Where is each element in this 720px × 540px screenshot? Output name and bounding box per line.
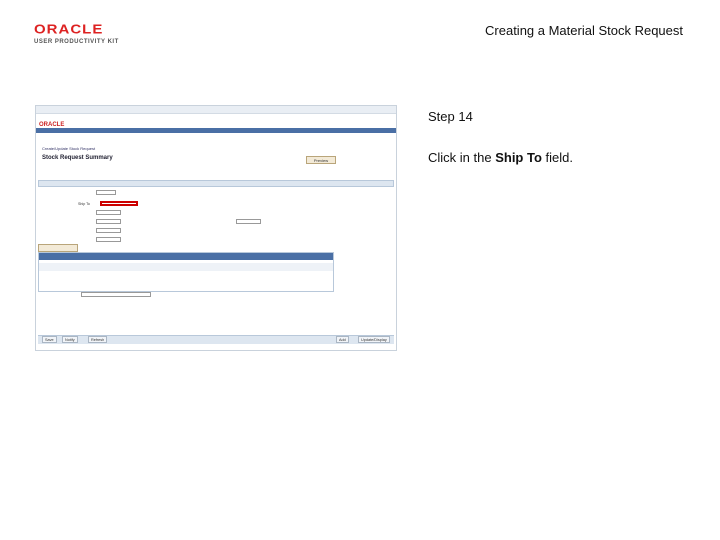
ship-to-label: Ship To (78, 202, 90, 206)
footer-refresh-button[interactable]: Refresh (88, 336, 108, 343)
footer-add-button[interactable]: Add (336, 336, 349, 343)
footer-update-button[interactable]: Update/Display (358, 336, 390, 343)
customer-field[interactable] (96, 190, 116, 195)
screenshot-header-bar (36, 128, 396, 133)
shipto-field-2[interactable] (96, 237, 121, 242)
footer-notify-button[interactable]: Notify (62, 336, 78, 343)
slide-title: Creating a Material Stock Request (485, 23, 683, 38)
screenshot-lines-grid (38, 252, 334, 292)
carrier-field[interactable] (96, 219, 121, 224)
grid-column-headers (39, 263, 333, 271)
logo-brand: ORACLE (34, 22, 104, 37)
screenshot-preview-button[interactable]: Preview (306, 156, 336, 164)
screenshot-page-heading: Stock Request Summary (42, 155, 113, 161)
schedule-date-field[interactable] (236, 219, 261, 224)
line-menu-dropdown[interactable] (81, 292, 151, 297)
screenshot-action-button[interactable] (38, 244, 78, 252)
instruction-field-name: Ship To (495, 150, 542, 165)
oracle-upk-logo: ORACLE USER PRODUCTIVITY KIT (34, 22, 126, 46)
location-field[interactable] (96, 210, 121, 215)
step-instruction: Click in the Ship To field. (428, 150, 573, 165)
screenshot-section-header (38, 180, 394, 187)
grid-header (39, 253, 333, 260)
logo-tagline: USER PRODUCTIVITY KIT (34, 39, 119, 45)
application-screenshot: ORACLE Create/Update Stock Request Stock… (35, 105, 397, 351)
ship-to-field[interactable] (100, 201, 138, 206)
screenshot-breadcrumb: Create/Update Stock Request (42, 146, 96, 151)
step-number: Step 14 (428, 109, 473, 124)
footer-save-button[interactable]: Save (42, 336, 57, 343)
instruction-suffix: field. (541, 150, 573, 165)
screenshot-top-nav (36, 106, 396, 114)
instruction-prefix: Click in the (428, 150, 496, 165)
priority-field[interactable] (96, 228, 121, 233)
